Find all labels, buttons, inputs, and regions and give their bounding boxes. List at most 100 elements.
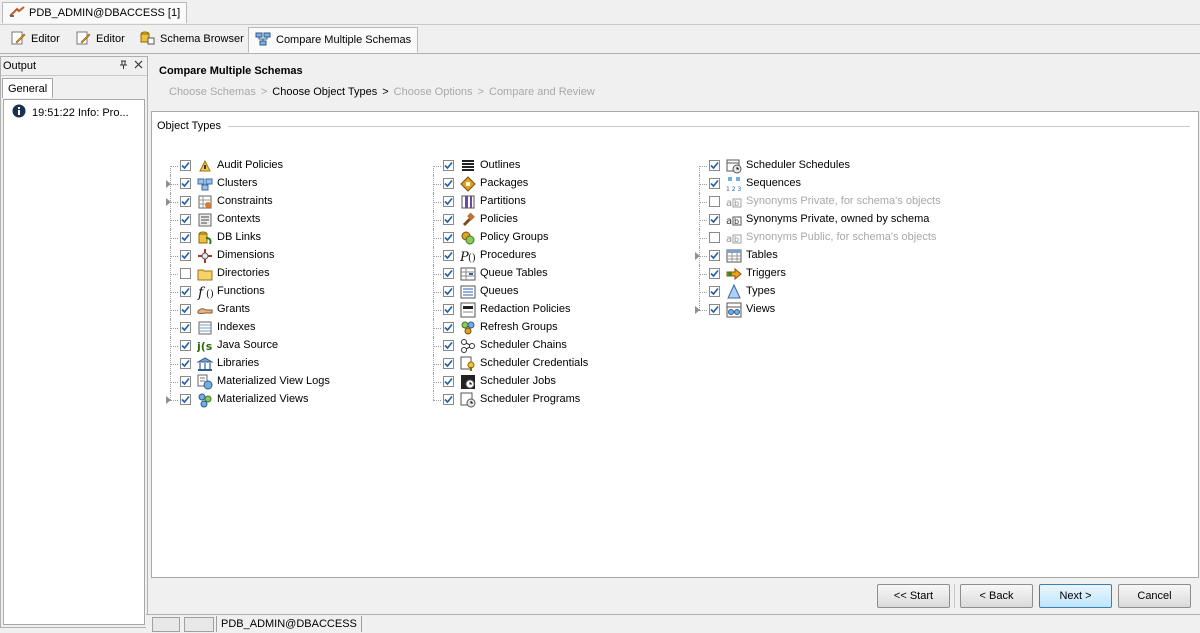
step-compare-and-review[interactable]: Compare and Review [489, 86, 595, 98]
tab-schema-browser[interactable]: Schema Browser [133, 27, 250, 51]
pin-icon[interactable] [119, 60, 128, 73]
object-type-label: Scheduler Schedules [746, 159, 850, 171]
object-type-label: Grants [217, 303, 251, 315]
scheduler-schedules-icon [726, 159, 742, 174]
tree-connector [427, 157, 441, 175]
object-type-checkbox[interactable] [180, 232, 191, 243]
object-type-checkbox[interactable] [180, 340, 191, 351]
redaction-policies-icon [460, 302, 476, 318]
object-type-checkbox[interactable] [180, 214, 191, 225]
log-entry[interactable]: 19:51:22 Info: Pro... [4, 100, 144, 125]
object-type-checkbox[interactable] [709, 196, 720, 207]
start-button[interactable]: << Start [877, 584, 950, 608]
object-type-checkbox[interactable] [709, 214, 720, 225]
connection-tab[interactable]: PDB_ADMIN@DBACCESS [1] [2, 2, 188, 23]
info-icon [12, 104, 26, 121]
step-choose-schemas[interactable]: Choose Schemas [169, 86, 256, 98]
checkmark-icon [444, 215, 453, 224]
tree-connector [427, 319, 441, 337]
tab-compare-multiple-schemas[interactable]: Compare Multiple Schemas [248, 27, 419, 53]
cancel-button[interactable]: Cancel [1118, 584, 1191, 608]
checkmark-icon [444, 233, 453, 242]
object-type-checkbox[interactable] [180, 286, 191, 297]
db-links-icon [198, 231, 212, 245]
object-type-label: Indexes [217, 321, 256, 333]
functions-icon: f() [197, 285, 213, 300]
tree-connector [693, 211, 707, 229]
object-type-checkbox[interactable] [180, 196, 191, 207]
step-choose-object-types[interactable]: Choose Object Types [272, 86, 377, 98]
tab-editor-1[interactable]: Editor [4, 27, 66, 51]
tree-connector [427, 283, 441, 301]
tab-label: Editor [96, 33, 125, 45]
object-type-checkbox[interactable] [709, 250, 720, 261]
checkmark-icon [444, 341, 453, 350]
step-choose-options[interactable]: Choose Options [394, 86, 473, 98]
object-type-checkbox[interactable] [180, 304, 191, 315]
checkmark-icon [444, 287, 453, 296]
close-icon[interactable] [134, 60, 143, 73]
object-type-checkbox[interactable] [180, 178, 191, 189]
object-type-checkbox[interactable] [443, 322, 454, 333]
expand-arrow-icon[interactable] [695, 252, 700, 260]
tab-label: Compare Multiple Schemas [276, 34, 412, 46]
object-type-label: Scheduler Jobs [480, 375, 556, 387]
object-type-checkbox[interactable] [443, 358, 454, 369]
expand-arrow-icon[interactable] [166, 180, 171, 188]
object-type-checkbox[interactable] [443, 340, 454, 351]
checkmark-icon [181, 377, 190, 386]
next-button[interactable]: Next > [1039, 584, 1112, 608]
object-type-checkbox[interactable] [180, 160, 191, 171]
object-type-checkbox[interactable] [443, 232, 454, 243]
object-type-checkbox[interactable] [443, 394, 454, 405]
object-type-checkbox[interactable] [443, 286, 454, 297]
object-type-checkbox[interactable] [443, 214, 454, 225]
checkmark-icon [444, 359, 453, 368]
svg-text:1 2 3: 1 2 3 [726, 186, 741, 192]
checkmark-icon [181, 341, 190, 350]
expand-arrow-icon[interactable] [166, 198, 171, 206]
object-type-checkbox[interactable] [180, 250, 191, 261]
object-type-checkbox[interactable] [180, 268, 191, 279]
object-type-checkbox[interactable] [443, 196, 454, 207]
output-log[interactable]: 19:51:22 Info: Pro... [3, 99, 145, 625]
object-type-checkbox[interactable] [709, 232, 720, 243]
object-type-checkbox[interactable] [443, 250, 454, 261]
tree-connector [164, 355, 178, 373]
checkmark-icon [181, 359, 190, 368]
tree-connector [693, 265, 707, 283]
object-type-checkbox[interactable] [443, 376, 454, 387]
object-type-checkbox[interactable] [709, 178, 720, 189]
connection-icon [9, 5, 25, 21]
object-type-checkbox[interactable] [443, 268, 454, 279]
object-type-label: Packages [480, 177, 529, 189]
back-button[interactable]: < Back [960, 584, 1033, 608]
checkmark-icon [710, 179, 719, 188]
object-type-checkbox[interactable] [709, 286, 720, 297]
object-type-checkbox[interactable] [180, 376, 191, 387]
tree-connector [693, 193, 707, 211]
object-type-checkbox[interactable] [709, 268, 720, 279]
triggers-icon [726, 267, 742, 281]
tab-editor-2[interactable]: Editor [69, 27, 131, 51]
tab-general[interactable]: General [2, 78, 54, 98]
object-type-checkbox[interactable] [180, 394, 191, 405]
object-type-label: Redaction Policies [480, 303, 571, 315]
object-type-label: Constraints [217, 195, 273, 207]
object-type-checkbox[interactable] [443, 304, 454, 315]
scheduler-jobs-icon [461, 375, 475, 389]
object-type-label: Directories [217, 267, 270, 279]
directories-icon [197, 269, 213, 281]
checkmark-icon [444, 305, 453, 314]
object-type-checkbox[interactable] [443, 178, 454, 189]
object-type-checkbox[interactable] [180, 322, 191, 333]
checkmark-icon [444, 251, 453, 260]
object-type-label: Policy Groups [480, 231, 549, 243]
object-type-checkbox[interactable] [180, 358, 191, 369]
expand-arrow-icon[interactable] [695, 306, 700, 314]
expand-arrow-icon[interactable] [166, 396, 171, 404]
object-type-label: Sequences [746, 177, 802, 189]
object-type-checkbox[interactable] [443, 160, 454, 171]
object-type-checkbox[interactable] [709, 160, 720, 171]
object-type-checkbox[interactable] [709, 304, 720, 315]
